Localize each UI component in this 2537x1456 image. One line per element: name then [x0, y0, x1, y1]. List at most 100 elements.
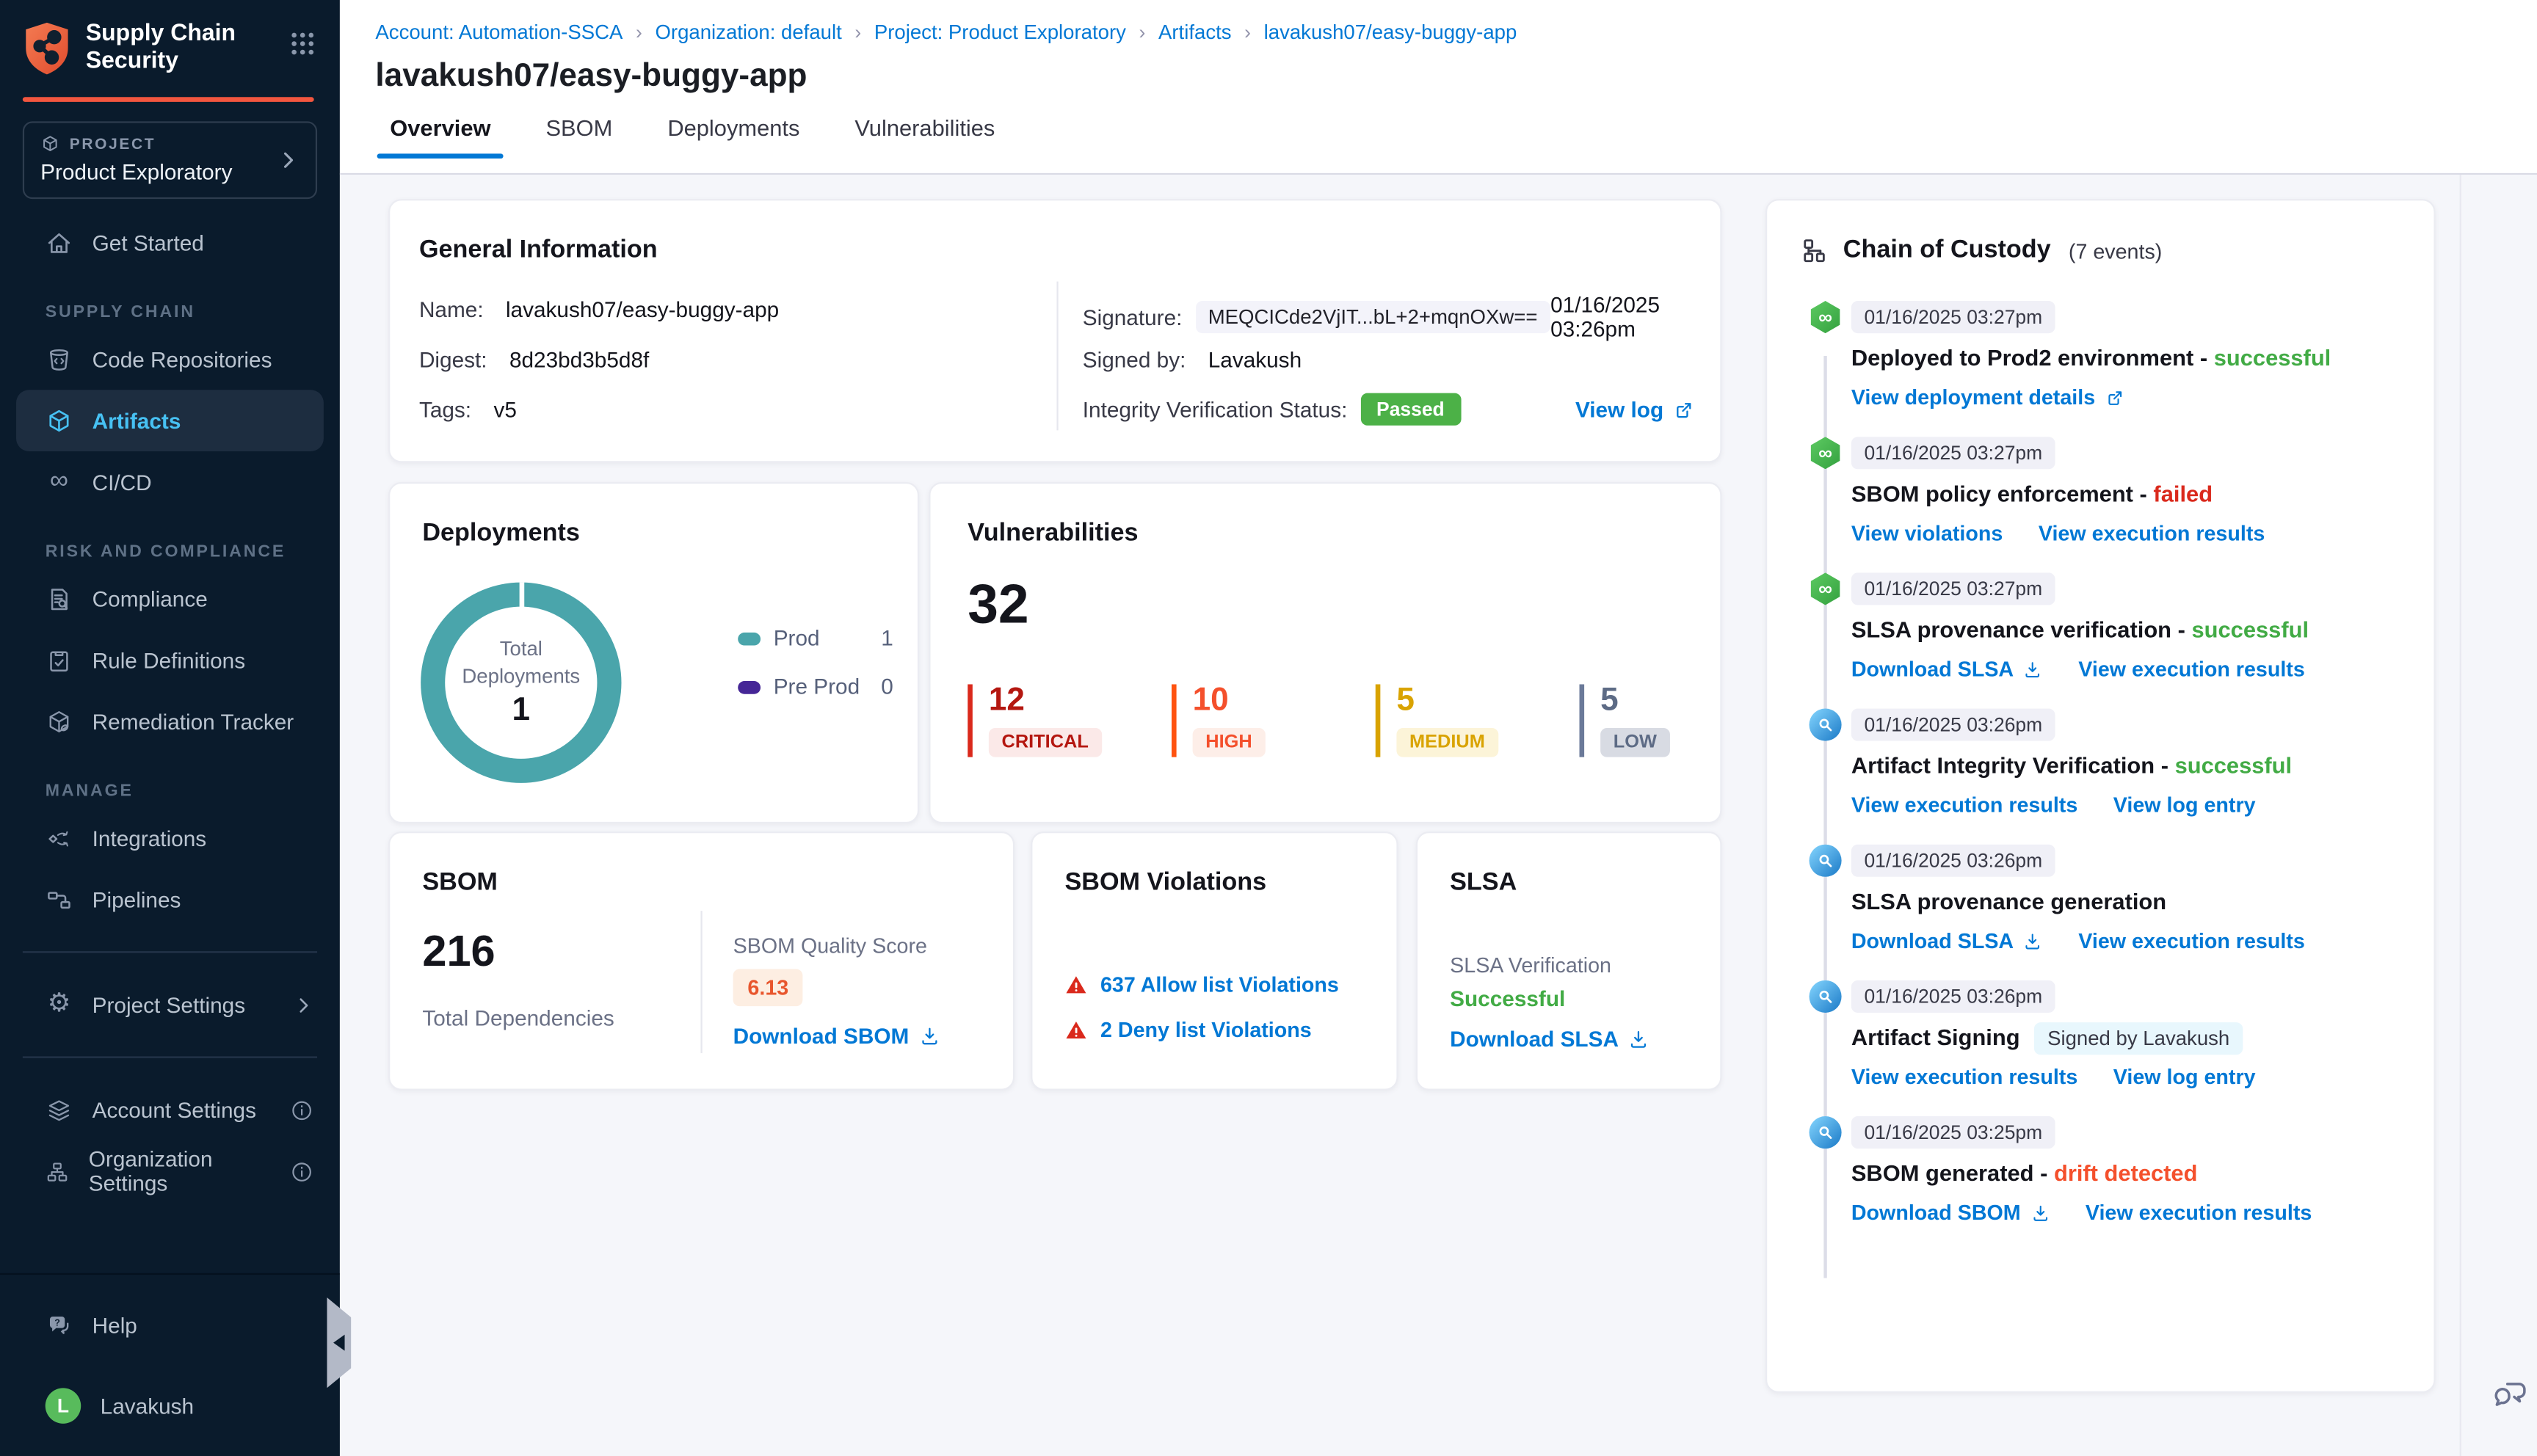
layers-icon	[46, 1096, 73, 1124]
event-link[interactable]: Download SBOM	[1851, 1201, 2050, 1225]
info-circle-icon[interactable]	[290, 1160, 314, 1184]
card-title: Deployments	[422, 519, 580, 547]
event-timestamp: 01/16/2025 03:27pm	[1851, 437, 2055, 470]
event-links: Download SLSA View execution results	[1851, 928, 2405, 953]
name-label: Name:	[418, 297, 484, 322]
feedback-chat-icon[interactable]	[2492, 1375, 2531, 1414]
supply-chain-security-logo-icon	[23, 22, 71, 77]
artifacts-cube-icon	[46, 407, 73, 434]
custody-event: 01/16/2025 03:27pm ∞ SBOM policy enforceme…	[1767, 437, 2433, 545]
allow-list-violations-link[interactable]: 637 Allow list Violations	[1100, 972, 1339, 997]
download-sbom-link[interactable]: Download SBOM	[733, 1024, 940, 1048]
sidebar-item-code-repositories[interactable]: Code Repositories	[0, 329, 340, 390]
sidebar-nav: Get Started SUPPLY CHAIN Code Repositori…	[0, 212, 340, 1202]
event-links: View execution results View log entry	[1851, 793, 2405, 817]
status-badge: Passed	[1360, 393, 1461, 426]
section-supply-chain: SUPPLY CHAIN	[45, 302, 195, 323]
deployments-card: Deployments Total Deployments 1 Prod 1 P…	[388, 481, 920, 824]
info-circle-icon[interactable]	[290, 1098, 314, 1122]
sidebar-item-rule-definitions[interactable]: Rule Definitions	[0, 630, 340, 691]
breadcrumb-account[interactable]: Account: Automation-SSCA	[375, 21, 623, 44]
event-link[interactable]: Download SLSA	[1851, 928, 2043, 953]
event-title: SLSA provenance verification - successfu…	[1851, 616, 2309, 643]
column-divider	[700, 911, 703, 1054]
event-title: Artifact Integrity Verification - succes…	[1851, 752, 2293, 779]
external-link-icon	[2105, 387, 2124, 407]
card-title: Chain of Custody	[1843, 236, 2051, 264]
pipelines-icon	[46, 887, 73, 914]
card-title: General Information	[418, 236, 658, 264]
sidebar-item-integrations[interactable]: Integrations	[0, 808, 340, 870]
deny-list-violations-row: 2 Deny list Violations	[1064, 1018, 1312, 1042]
event-link[interactable]: Download SLSA	[1851, 657, 2043, 681]
card-title: Vulnerabilities	[968, 519, 1139, 547]
column-divider	[1056, 281, 1059, 431]
org-tree-icon	[46, 1158, 70, 1185]
event-timestamp: 01/16/2025 03:26pm	[1851, 980, 2055, 1013]
custody-event: 01/16/2025 03:26pm Artifact Signing Signed…	[1767, 980, 2433, 1089]
view-log-link[interactable]: View log	[1575, 397, 1694, 421]
project-cube-icon	[40, 135, 59, 154]
chevron-right-icon	[293, 994, 314, 1016]
event-timestamp: 01/16/2025 03:27pm	[1851, 301, 2055, 334]
artifact-digest: 8d23bd3b5d8f	[509, 347, 650, 373]
sidebar-item-remediation-tracker[interactable]: Remediation Tracker	[0, 691, 340, 753]
chain-of-custody-header: Chain of Custody (7 events)	[1799, 236, 2162, 266]
tab-deployments[interactable]: Deployments	[664, 115, 803, 159]
breadcrumb-current[interactable]: lavakush07/easy-buggy-app	[1264, 21, 1517, 44]
page-header: Account: Automation-SSCA › Organization: …	[339, 0, 2537, 175]
download-icon	[2030, 1203, 2050, 1222]
sbom-quality-score: 6.13	[733, 969, 804, 1007]
help-chat-icon: ?	[46, 1311, 73, 1339]
code-repo-icon	[46, 346, 73, 373]
events-count: (7 events)	[2068, 239, 2163, 263]
sidebar-item-organization-settings[interactable]: Organization Settings	[0, 1141, 340, 1203]
signature-label: Signature:	[1082, 305, 1183, 330]
sidebar-item-project-settings[interactable]: ⚙ Project Settings	[0, 975, 340, 1036]
breadcrumb-organization[interactable]: Organization: default	[655, 21, 841, 44]
download-icon	[2023, 931, 2042, 950]
tab-sbom[interactable]: SBOM	[542, 115, 616, 159]
download-slsa-link[interactable]: Download SLSA	[1450, 1027, 1649, 1052]
event-title: SBOM policy enforcement - failed	[1851, 480, 2213, 506]
module-grid-icon[interactable]	[288, 30, 317, 59]
event-link[interactable]: View execution results	[2078, 657, 2304, 681]
signed-by-value: Lavakush	[1208, 347, 1302, 373]
sbom-total-label: Total Dependencies	[422, 1006, 614, 1031]
app-window: Supply Chain Security PROJECT Product Ex…	[0, 0, 2537, 1456]
integrity-status-label: Integrity Verification Status:	[1082, 397, 1348, 422]
sidebar-item-account-settings[interactable]: Account Settings	[0, 1080, 340, 1141]
divider	[22, 951, 318, 954]
event-link[interactable]: View execution results	[1851, 793, 2077, 817]
chain-of-custody-icon	[1799, 236, 1829, 266]
sidebar-item-cicd[interactable]: ∞ CI/CD	[0, 452, 340, 514]
event-timestamp: 01/16/2025 03:27pm	[1851, 572, 2055, 605]
severity-low: 5 LOW	[1579, 684, 1762, 757]
severity-critical: 12 CRITICAL	[968, 684, 1150, 757]
sidebar-item-pipelines[interactable]: Pipelines	[0, 869, 340, 931]
section-manage: MANAGE	[45, 782, 134, 801]
project-name: Product Exploratory	[40, 160, 233, 185]
deny-list-violations-link[interactable]: 2 Deny list Violations	[1100, 1018, 1312, 1042]
event-link[interactable]: View log entry	[2113, 1064, 2256, 1088]
pipeline-hexagon-icon: ∞	[1810, 301, 1842, 334]
sidebar-item-artifacts[interactable]: Artifacts	[16, 390, 324, 452]
tab-vulnerabilities[interactable]: Vulnerabilities	[852, 115, 998, 159]
event-link[interactable]: View violations	[1851, 521, 2003, 545]
sidebar-item-user[interactable]: L Lavakush	[0, 1375, 340, 1437]
project-selector[interactable]: PROJECT Product Exploratory	[22, 121, 318, 200]
event-link[interactable]: View execution results	[2039, 521, 2265, 545]
sidebar-item-compliance[interactable]: Compliance	[0, 568, 340, 630]
breadcrumb-artifacts[interactable]: Artifacts	[1158, 21, 1232, 44]
digest-label: Digest:	[418, 347, 487, 373]
tab-overview[interactable]: Overview	[377, 115, 504, 159]
event-link[interactable]: View execution results	[2078, 928, 2304, 953]
severity-medium: 5 MEDIUM	[1375, 684, 1558, 757]
event-link[interactable]: View execution results	[1851, 1064, 2077, 1088]
event-link[interactable]: View deployment details	[1851, 385, 2124, 410]
event-link[interactable]: View execution results	[2086, 1201, 2312, 1225]
sidebar-item-get-started[interactable]: Get Started	[0, 212, 340, 274]
sidebar-item-help[interactable]: ? Help	[0, 1295, 340, 1356]
breadcrumb-project[interactable]: Project: Product Exploratory	[874, 21, 1126, 44]
event-link[interactable]: View log entry	[2113, 793, 2256, 817]
